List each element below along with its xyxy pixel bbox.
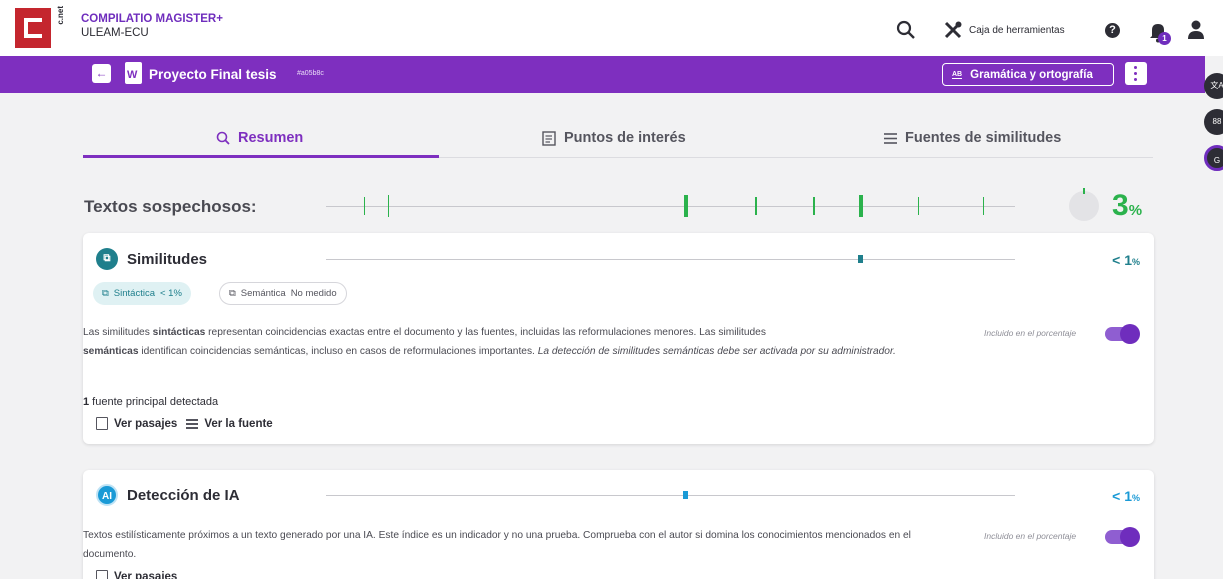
user-icon[interactable] bbox=[1187, 20, 1205, 40]
toolbox-label: Caja de herramientas bbox=[969, 24, 1065, 36]
desc-text: identifican coincidencias semánticas, in… bbox=[138, 346, 538, 357]
logo-side-text: c.net bbox=[56, 6, 65, 25]
suspicious-texts-label: Textos sospechosos: bbox=[84, 197, 257, 216]
suspicious-marker[interactable] bbox=[755, 197, 757, 215]
view-passages-link[interactable]: Ver pasajes bbox=[96, 417, 177, 430]
view-passages-label: Ver pasajes bbox=[114, 417, 178, 430]
similarities-track bbox=[326, 259, 1015, 260]
suspicious-gauge bbox=[1069, 188, 1099, 221]
compilatio-logo[interactable] bbox=[15, 8, 51, 48]
toolbox-button[interactable]: Caja de herramientas bbox=[943, 20, 1065, 40]
tab-puntos-label: Puntos de interés bbox=[564, 130, 686, 146]
view-source-label: Ver la fuente bbox=[204, 417, 273, 430]
ai-detection-description: Textos estilísticamente próximos a un te… bbox=[83, 530, 911, 560]
tab-fuentes-de-similitudes[interactable]: Fuentes de similitudes bbox=[884, 118, 1061, 158]
suspicious-marker[interactable] bbox=[364, 197, 365, 215]
ai-detection-percent: < 1% bbox=[1112, 488, 1140, 504]
suspicious-marker[interactable] bbox=[983, 197, 984, 215]
similarities-include-toggle[interactable] bbox=[1105, 324, 1140, 344]
suspicious-marker[interactable] bbox=[918, 197, 919, 215]
tab-resumen-label: Resumen bbox=[238, 130, 304, 146]
semantic-chip-label: Semántica bbox=[240, 288, 286, 299]
ai-include-toggle[interactable] bbox=[1105, 527, 1140, 547]
active-tab-indicator bbox=[83, 155, 439, 158]
ai-detection-card: AI Detección de IA < 1% Textos estilísti… bbox=[83, 470, 1154, 579]
tab-puntos-de-interes[interactable]: Puntos de interés bbox=[542, 118, 686, 158]
similarities-percent: < 1% bbox=[1112, 252, 1140, 268]
document-id: #a05b8c bbox=[297, 70, 324, 77]
suspicious-percent: 3% bbox=[1112, 189, 1142, 223]
tab-fuentes-label: Fuentes de similitudes bbox=[905, 130, 1062, 146]
doc-icon bbox=[542, 130, 556, 146]
document-bar: ← W Proyecto Final tesis #a05b8c AB Gram… bbox=[0, 56, 1205, 93]
grammar-spelling-button[interactable]: AB Gramática y ortografía bbox=[942, 63, 1114, 86]
suspicious-marker[interactable] bbox=[388, 195, 389, 217]
list-icon bbox=[884, 132, 897, 144]
search-doc-icon bbox=[216, 131, 230, 145]
suspicious-texts-track[interactable] bbox=[326, 206, 1015, 207]
desc-text: representan coincidencias exactas entre … bbox=[205, 327, 766, 338]
apps-icon[interactable]: 88 bbox=[1204, 109, 1223, 135]
source-count-label: fuente principal detectada bbox=[89, 396, 219, 408]
passages-icon bbox=[96, 570, 108, 579]
passages-icon bbox=[96, 417, 108, 430]
similarities-marker[interactable] bbox=[858, 255, 863, 263]
similarities-card: ⧉ Similitudes < 1% ⧉ Sintáctica < 1% ⧉ S… bbox=[83, 233, 1154, 444]
more-options-button[interactable] bbox=[1125, 62, 1147, 85]
semantic-chip-value: No medido bbox=[290, 288, 337, 299]
view-passages-link[interactable]: Ver pasajes bbox=[96, 570, 177, 579]
tab-resumen[interactable]: Resumen bbox=[216, 118, 303, 158]
view-source-link[interactable]: Ver la fuente bbox=[186, 417, 273, 430]
similarities-description: Las similitudes sintácticas representan … bbox=[83, 323, 973, 361]
included-label: Incluido en el porcentaje bbox=[984, 531, 1077, 541]
syntactic-chip[interactable]: ⧉ Sintáctica < 1% bbox=[93, 282, 191, 305]
help-icon[interactable]: ? bbox=[1105, 23, 1120, 38]
semantic-chip[interactable]: ⧉ Semántica No medido bbox=[219, 282, 347, 305]
desc-bold: sintácticas bbox=[152, 327, 206, 338]
translate-icon[interactable]: 文A bbox=[1204, 73, 1223, 99]
suspicious-marker[interactable] bbox=[859, 195, 863, 217]
similarities-percent-value: < 1 bbox=[1112, 252, 1132, 268]
similarities-title: Similitudes bbox=[127, 251, 208, 268]
desc-bold: semánticas bbox=[83, 346, 139, 357]
suspicious-marker[interactable] bbox=[813, 197, 815, 215]
ai-chip-icon: AI bbox=[96, 484, 118, 506]
notification-badge: 1 bbox=[1158, 32, 1171, 45]
syntactic-chip-label: Sintáctica bbox=[113, 288, 155, 299]
assistant-icon[interactable]: G bbox=[1204, 145, 1223, 171]
app-name: COMPILATIO MAGISTER+ bbox=[81, 13, 223, 25]
ai-detection-marker[interactable] bbox=[683, 491, 688, 499]
top-bar: c.net COMPILATIO MAGISTER+ ULEAM-ECU Caj… bbox=[0, 0, 1223, 56]
suspicious-percent-sign: % bbox=[1128, 202, 1143, 219]
tab-bar: Resumen Puntos de interés Fuentes de sim… bbox=[83, 118, 1153, 158]
ai-links: Ver pasajes bbox=[96, 570, 177, 579]
back-button[interactable]: ← bbox=[92, 64, 111, 83]
search-icon[interactable] bbox=[896, 20, 916, 40]
included-label: Incluido en el porcentaje bbox=[984, 328, 1077, 338]
ai-detection-title: Detección de IA bbox=[127, 487, 240, 504]
syntactic-chip-value: < 1% bbox=[159, 288, 182, 299]
similarities-percent-sign: % bbox=[1131, 257, 1140, 267]
organization-name: ULEAM-ECU bbox=[81, 27, 149, 39]
spellcheck-icon: AB bbox=[952, 70, 963, 79]
word-file-glyph: W bbox=[127, 69, 138, 81]
ai-percent-sign: % bbox=[1131, 493, 1140, 503]
grammar-button-label: Gramática y ortografía bbox=[970, 68, 1093, 81]
suspicious-percent-value: 3 bbox=[1112, 189, 1129, 222]
desc-italic: La detección de similitudes semánticas d… bbox=[537, 346, 896, 357]
desc-text: Las similitudes bbox=[83, 327, 153, 338]
similarities-icon: ⧉ bbox=[96, 248, 118, 270]
tools-icon bbox=[944, 21, 962, 39]
source-count-text: 1 fuente principal detectada bbox=[83, 396, 218, 408]
document-title: Proyecto Final tesis bbox=[149, 67, 277, 82]
copy-icon: ⧉ bbox=[102, 288, 109, 299]
ai-percent-value: < 1 bbox=[1112, 488, 1132, 504]
similarities-links: Ver pasajes Ver la fuente bbox=[96, 417, 273, 430]
suspicious-marker[interactable] bbox=[684, 195, 688, 217]
view-passages-label: Ver pasajes bbox=[114, 570, 178, 579]
ai-detection-track bbox=[326, 495, 1015, 496]
copy-icon: ⧉ bbox=[229, 288, 236, 299]
list-icon bbox=[186, 418, 199, 429]
word-file-icon: W bbox=[125, 62, 142, 84]
